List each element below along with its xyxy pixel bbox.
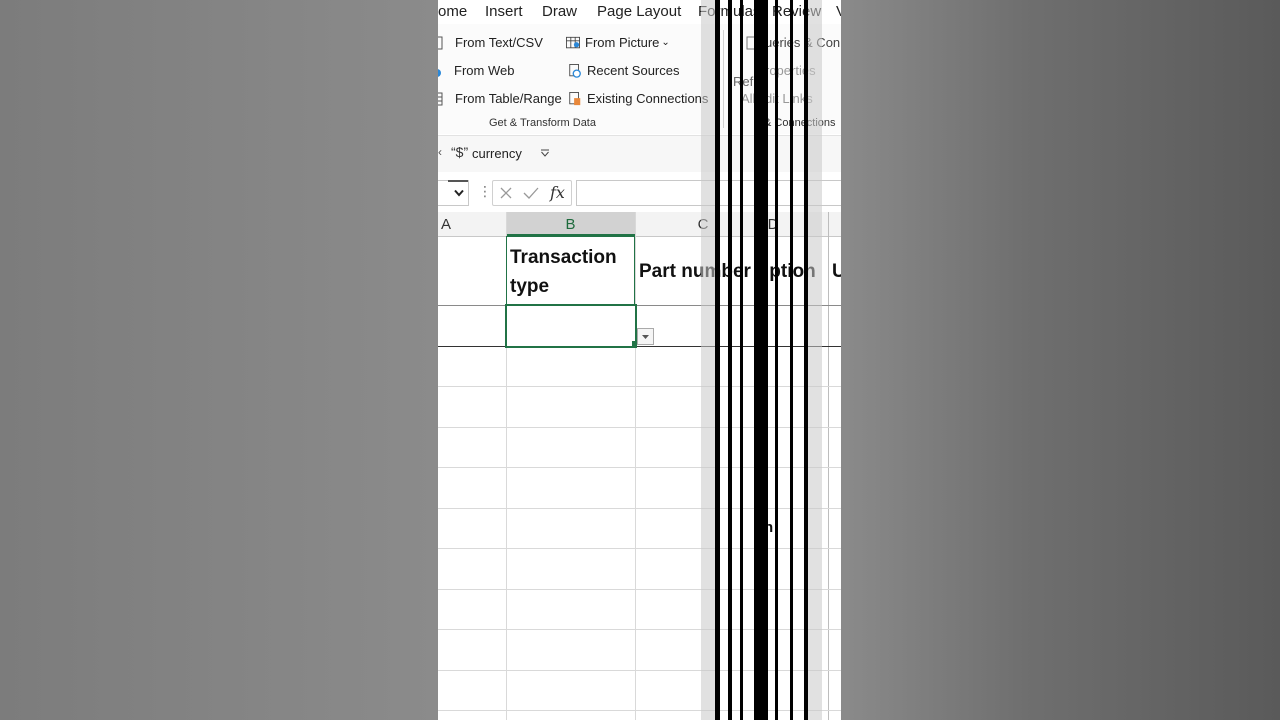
active-cell-b3[interactable]: [505, 304, 637, 348]
artifact-bar: [728, 0, 732, 720]
chevron-down-icon: ⌄: [661, 37, 670, 48]
gridline-v: [635, 212, 636, 720]
globe-icon: [438, 68, 441, 77]
dropdown-arrow-icon: [642, 335, 649, 339]
existing-connections-button[interactable]: Existing Connections: [568, 91, 708, 106]
formula-bar: ⋮ fx: [438, 172, 841, 213]
gridline-h: [438, 629, 841, 630]
tab-view[interactable]: V: [836, 3, 841, 20]
from-table-range-button[interactable]: From Table/Range: [438, 91, 562, 106]
header-cell-e[interactable]: U: [832, 257, 841, 286]
chevron-down-icon[interactable]: [454, 189, 464, 197]
artifact-bar: [701, 0, 715, 720]
gridline-h: [438, 548, 841, 549]
from-table-range-label: From Table/Range: [455, 91, 562, 106]
header-cell-c[interactable]: Part number: [639, 257, 751, 286]
name-box-edge: [448, 180, 468, 182]
customize-qat-icon[interactable]: [540, 148, 550, 158]
gridline-h: [438, 710, 841, 711]
qat-overflow-icon: ‹: [438, 145, 442, 159]
enter-check-icon[interactable]: [523, 186, 539, 200]
text-file-icon: [438, 36, 443, 49]
artifact-bar: [754, 0, 768, 720]
currency-icon: “$”: [451, 144, 469, 160]
transaction-type-line1: Transaction: [510, 247, 617, 268]
gridline-h: [438, 589, 841, 590]
grip-icon: ⋮: [478, 183, 492, 199]
excel-window: ome Insert Draw Page Layout Formulas Rev…: [438, 0, 841, 720]
from-web-label: From Web: [454, 63, 515, 78]
gridline-v: [828, 212, 829, 720]
tab-home[interactable]: ome: [438, 3, 467, 20]
artifact-bar: [775, 0, 778, 720]
insert-function-button[interactable]: fx: [550, 183, 565, 202]
artifact-bar: [790, 0, 793, 720]
data-validation-dropdown[interactable]: [637, 328, 654, 345]
gridline-h: [438, 670, 841, 671]
currency-button[interactable]: currency: [472, 146, 522, 161]
gridline-h: [438, 508, 841, 509]
tab-insert[interactable]: Insert: [485, 3, 523, 20]
gridline-h: [438, 427, 841, 428]
artifact-bar: [808, 0, 822, 720]
gridline-h: [438, 467, 841, 468]
picture-table-icon: [566, 36, 580, 48]
get-transform-group-label: Get & Transform Data: [489, 117, 596, 129]
gridline-h: [438, 305, 841, 306]
from-picture-label: From Picture: [585, 35, 660, 50]
gridline-h: [438, 386, 841, 387]
column-header-b[interactable]: B: [506, 212, 635, 236]
formula-buttons: fx: [492, 180, 572, 206]
gridline-h: [438, 346, 841, 347]
cancel-icon[interactable]: [499, 186, 513, 200]
artifact-bar: [715, 0, 720, 720]
column-header-row: A B C D: [438, 212, 841, 237]
from-text-csv-label: From Text/CSV: [455, 35, 543, 50]
recent-sources-label: Recent Sources: [587, 63, 680, 78]
recent-sources-button[interactable]: Recent Sources: [568, 63, 680, 78]
from-web-button[interactable]: From Web: [438, 63, 514, 78]
existing-connections-label: Existing Connections: [587, 91, 709, 106]
tab-draw[interactable]: Draw: [542, 3, 577, 20]
artifact-bar: [804, 0, 808, 720]
column-header-a[interactable]: A: [438, 212, 509, 236]
table-icon: [438, 92, 443, 105]
existing-connections-icon: [569, 91, 581, 105]
ribbon: From Text/CSV From Web From Table/Range …: [438, 24, 841, 134]
header-cell-b[interactable]: Transaction type: [506, 236, 635, 305]
from-picture-button[interactable]: From Picture ⌄: [566, 35, 670, 50]
transaction-type-line2: type: [510, 276, 550, 297]
name-box[interactable]: [438, 180, 469, 206]
artifact-bar: [740, 0, 743, 720]
group-separator: [723, 30, 724, 128]
from-text-csv-button[interactable]: From Text/CSV: [438, 35, 543, 50]
quick-access-toolbar: ‹ “$” currency: [438, 135, 841, 173]
recent-sources-icon: [569, 63, 581, 78]
tab-page-layout[interactable]: Page Layout: [597, 3, 681, 20]
